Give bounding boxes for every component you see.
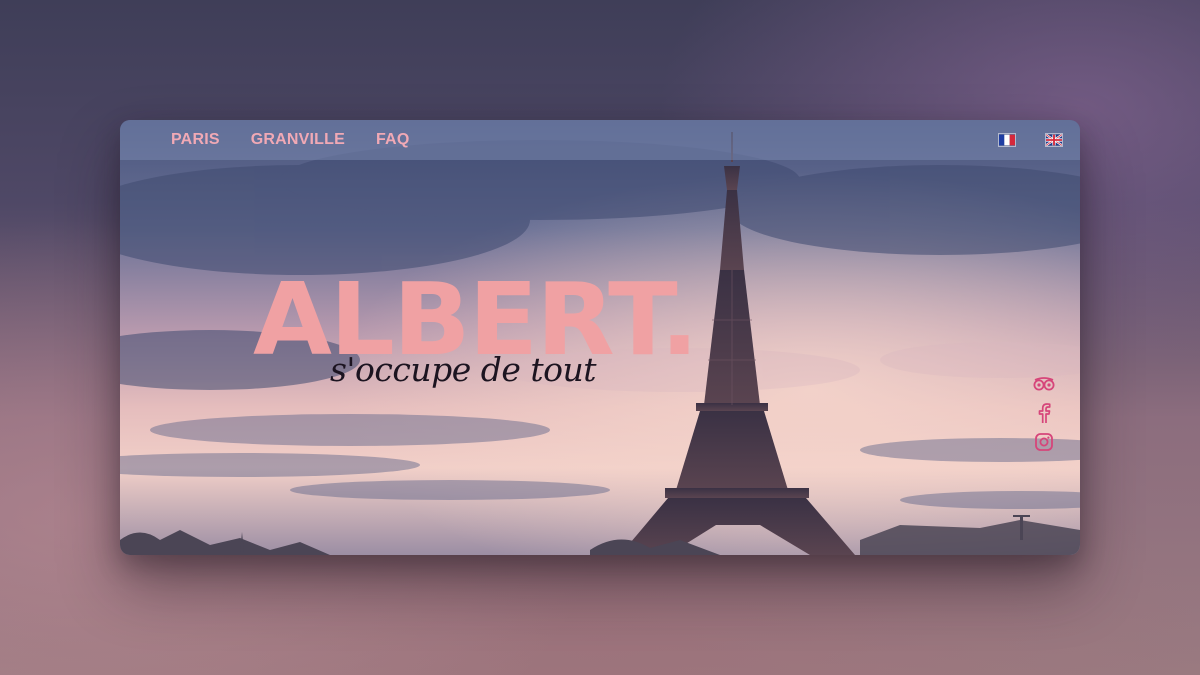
language-switcher — [998, 133, 1063, 147]
top-navbar: PARIS GRANVILLE FAQ — [120, 120, 1080, 160]
uk-flag-icon[interactable] — [1045, 133, 1063, 147]
instagram-link[interactable] — [1033, 432, 1055, 452]
french-flag-icon[interactable] — [998, 133, 1016, 147]
nav-link-paris[interactable]: PARIS — [171, 131, 220, 149]
nav-link-faq[interactable]: FAQ — [376, 131, 410, 149]
social-links — [1033, 374, 1055, 452]
nav-link-granville[interactable]: GRANVILLE — [251, 131, 345, 149]
tripadvisor-icon — [1033, 377, 1055, 391]
facebook-link[interactable] — [1033, 403, 1055, 423]
nav-links: PARIS GRANVILLE FAQ — [171, 120, 409, 160]
tripadvisor-link[interactable] — [1033, 374, 1055, 394]
hero-tagline: s'occupe de tout — [330, 350, 597, 389]
facebook-icon — [1038, 403, 1051, 423]
instagram-icon — [1035, 433, 1053, 451]
browser-window: PARIS GRANVILLE FAQ ALBERT. s'occupe de … — [120, 120, 1080, 555]
brand-dot: . — [660, 261, 699, 378]
